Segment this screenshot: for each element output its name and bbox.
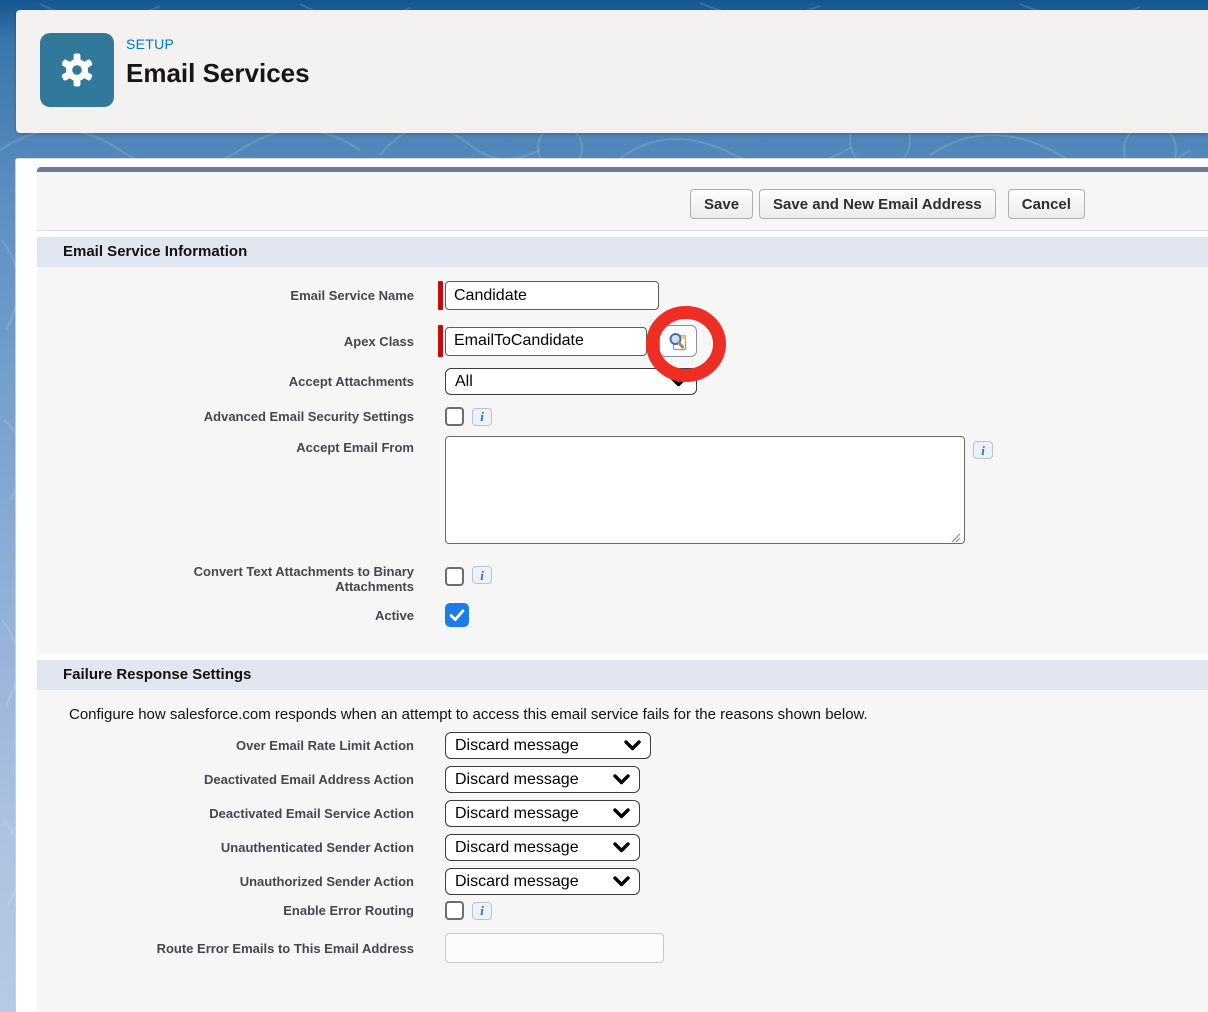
convert-text-attachments-label: Convert Text Attachments to Binary Attac… — [37, 564, 414, 594]
info-button[interactable]: i — [472, 566, 492, 584]
section-header-failure-response-settings: Failure Response Settings — [37, 660, 1208, 690]
info-button[interactable]: i — [973, 441, 993, 459]
deactivated-email-service-select[interactable]: Discard message — [445, 800, 640, 827]
chevron-down-icon — [670, 376, 687, 387]
chevron-down-icon — [613, 876, 630, 887]
convert-text-attachments-checkbox[interactable] — [445, 567, 464, 586]
section-header-email-service-information: Email Service Information — [37, 237, 1208, 267]
accept-email-from-label: Accept Email From — [37, 436, 414, 455]
unauthenticated-sender-select[interactable]: Discard message — [445, 834, 640, 861]
advanced-email-security-label: Advanced Email Security Settings — [37, 409, 414, 424]
accept-attachments-row: Accept Attachments All — [37, 368, 1208, 395]
apex-class-lookup-button[interactable] — [659, 325, 697, 357]
chevron-down-icon — [613, 842, 630, 853]
email-service-information-body: Email Service Name Apex Class — [37, 267, 1208, 654]
route-error-emails-label: Route Error Emails to This Email Address — [37, 941, 414, 956]
accept-attachments-label: Accept Attachments — [37, 374, 414, 389]
toolbar: Save Save and New Email Address Cancel — [37, 172, 1208, 231]
accept-email-from-row: Accept Email From i — [37, 436, 1208, 549]
accept-attachments-select[interactable]: All — [445, 368, 697, 395]
email-service-form: Save Save and New Email Address Cancel E… — [37, 167, 1208, 1012]
advanced-email-security-checkbox[interactable] — [445, 407, 464, 426]
select-value: Discard message — [455, 805, 579, 823]
failure-response-body: Configure how salesforce.com responds wh… — [37, 690, 1208, 963]
chevron-down-icon — [613, 774, 630, 785]
unauthorized-sender-select[interactable]: Discard message — [445, 868, 640, 895]
setup-header-card: SETUP Email Services — [16, 10, 1208, 133]
unauthenticated-sender-label: Unauthenticated Sender Action — [37, 840, 414, 855]
email-service-name-input[interactable] — [445, 281, 659, 310]
deactivated-email-address-select[interactable]: Discard message — [445, 766, 640, 793]
lookup-search-icon — [668, 330, 689, 352]
save-and-new-email-address-button[interactable]: Save and New Email Address — [759, 189, 996, 219]
required-marker — [438, 281, 443, 310]
select-value: Discard message — [455, 873, 579, 891]
gear-icon — [55, 48, 99, 92]
failure-response-description: Configure how salesforce.com responds wh… — [37, 690, 1208, 723]
info-icon: i — [480, 410, 484, 423]
select-value: Discard message — [455, 839, 579, 857]
accept-email-from-textarea[interactable] — [445, 436, 965, 544]
chevron-down-icon — [624, 740, 641, 751]
chevron-down-icon — [613, 808, 630, 819]
deactivated-email-address-label: Deactivated Email Address Action — [37, 772, 414, 787]
info-icon: i — [480, 569, 484, 582]
enable-error-routing-row: Enable Error Routing i — [37, 901, 1208, 920]
select-value: Discard message — [455, 771, 579, 789]
apex-class-row: Apex Class — [37, 325, 1208, 357]
active-label: Active — [37, 608, 414, 623]
enable-error-routing-checkbox[interactable] — [445, 901, 464, 920]
email-service-name-label: Email Service Name — [37, 288, 414, 303]
setup-gear-tile — [40, 33, 114, 107]
info-icon: i — [480, 904, 484, 917]
apex-class-input[interactable] — [445, 327, 647, 356]
unauthorized-sender-label: Unauthorized Sender Action — [37, 874, 414, 889]
route-error-emails-input[interactable] — [445, 933, 664, 963]
accept-attachments-value: All — [455, 373, 473, 391]
setup-eyebrow: SETUP — [126, 36, 174, 52]
check-icon — [449, 609, 465, 622]
deactivated-email-service-label: Deactivated Email Service Action — [37, 806, 414, 821]
over-email-rate-limit-row: Over Email Rate Limit Action Discard mes… — [37, 732, 1208, 759]
route-error-emails-row: Route Error Emails to This Email Address — [37, 933, 1208, 963]
enable-error-routing-label: Enable Error Routing — [37, 903, 414, 918]
deactivated-email-service-row: Deactivated Email Service Action Discard… — [37, 800, 1208, 827]
save-button[interactable]: Save — [690, 189, 753, 219]
info-button[interactable]: i — [472, 902, 492, 920]
unauthenticated-sender-row: Unauthenticated Sender Action Discard me… — [37, 834, 1208, 861]
over-email-rate-limit-select[interactable]: Discard message — [445, 732, 651, 759]
email-service-name-row: Email Service Name — [37, 281, 1208, 310]
active-checkbox[interactable] — [445, 603, 469, 627]
content-panel: Save Save and New Email Address Cancel E… — [15, 158, 1208, 1012]
info-icon: i — [981, 444, 985, 457]
select-value: Discard message — [455, 737, 579, 755]
info-button[interactable]: i — [472, 408, 492, 426]
advanced-email-security-row: Advanced Email Security Settings i — [37, 407, 1208, 426]
over-email-rate-limit-label: Over Email Rate Limit Action — [37, 738, 414, 753]
page-title: Email Services — [126, 58, 310, 89]
cancel-button[interactable]: Cancel — [1008, 189, 1085, 219]
required-marker — [438, 325, 443, 357]
deactivated-email-address-row: Deactivated Email Address Action Discard… — [37, 766, 1208, 793]
active-row: Active — [37, 603, 1208, 627]
convert-text-attachments-row: Convert Text Attachments to Binary Attac… — [37, 564, 1208, 594]
apex-class-label: Apex Class — [37, 334, 414, 349]
unauthorized-sender-row: Unauthorized Sender Action Discard messa… — [37, 868, 1208, 895]
